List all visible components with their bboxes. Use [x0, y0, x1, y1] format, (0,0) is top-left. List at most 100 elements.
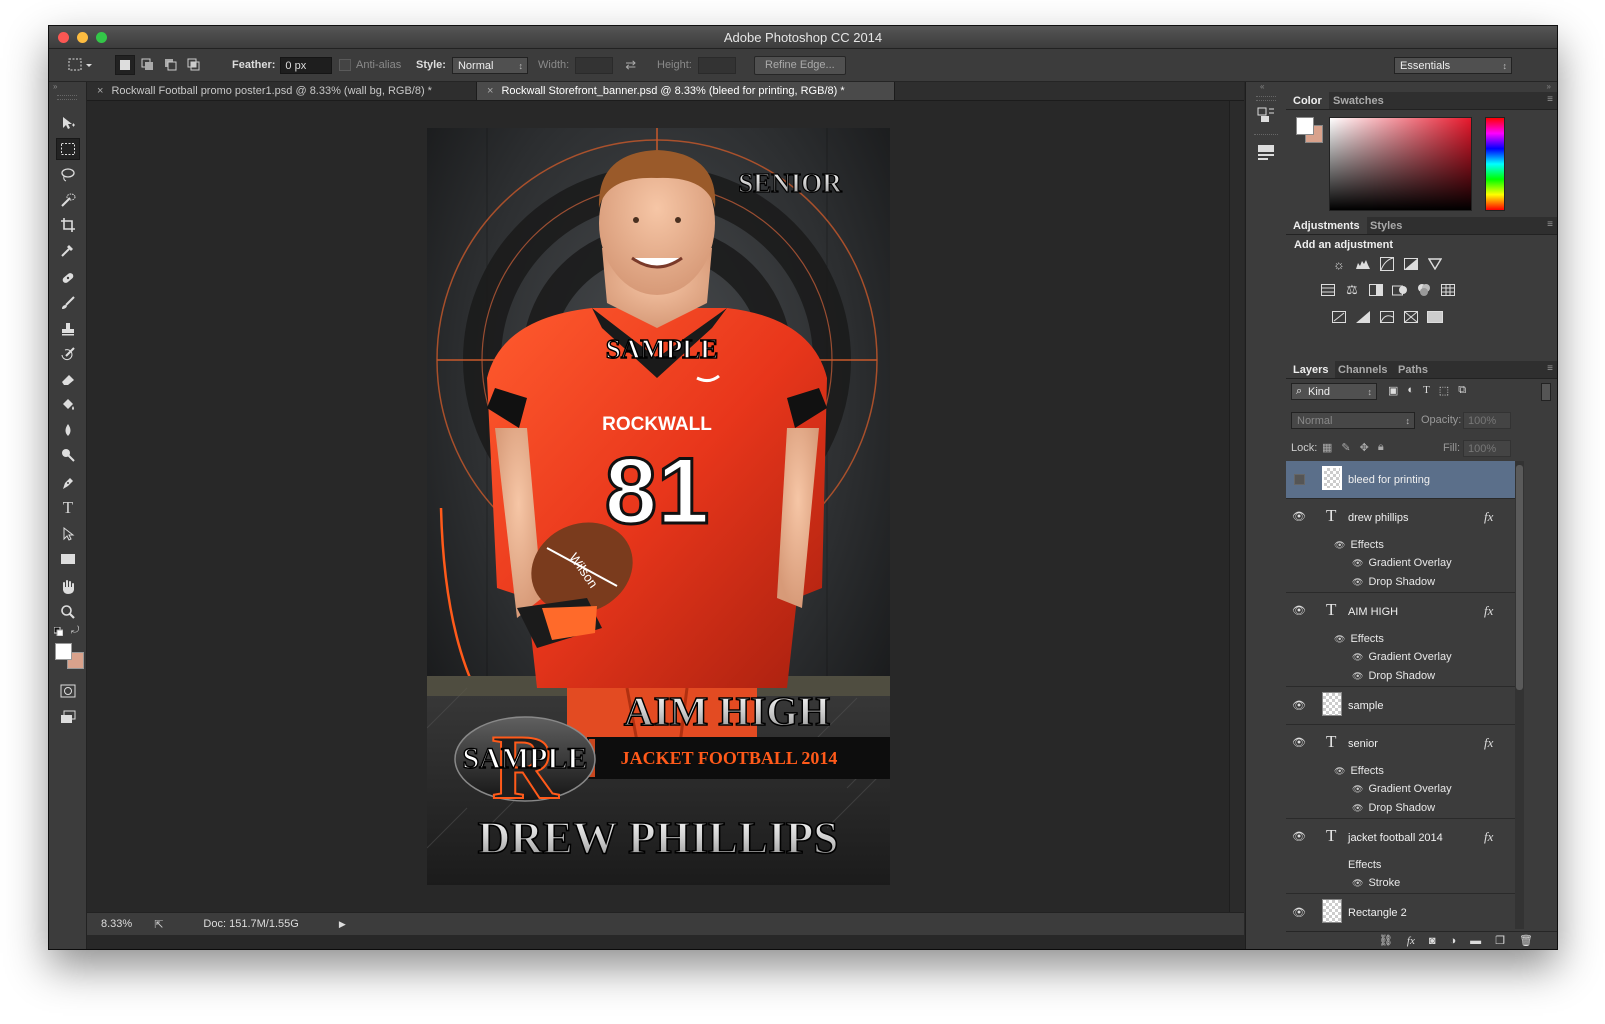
- type-tool-icon[interactable]: T: [56, 497, 80, 519]
- add-mask-icon[interactable]: ◙: [1429, 935, 1436, 947]
- effect-row[interactable]: 👁︎ Drop Shadow: [1352, 576, 1435, 588]
- zoom-tool-icon[interactable]: [56, 601, 80, 623]
- type-filter-icon[interactable]: T: [1423, 384, 1430, 397]
- layers-scrollbar[interactable]: [1515, 461, 1524, 929]
- hand-tool-icon[interactable]: [56, 576, 80, 598]
- fx-icon[interactable]: fx: [1484, 509, 1493, 525]
- pen-tool-icon[interactable]: [56, 472, 80, 494]
- color-spectrum-field[interactable]: [1329, 117, 1472, 211]
- screen-mode-icon[interactable]: [56, 706, 80, 728]
- tool-preset-picker[interactable]: [67, 49, 93, 81]
- tab-paths[interactable]: Paths: [1391, 361, 1435, 378]
- fx-icon[interactable]: fx: [1484, 735, 1493, 751]
- color-lookup-icon[interactable]: [1440, 283, 1456, 297]
- collapse-panels-icon[interactable]: »: [1547, 82, 1551, 91]
- black-white-icon[interactable]: [1368, 283, 1384, 297]
- add-layer-style-icon[interactable]: fx: [1407, 935, 1415, 947]
- brightness-contrast-icon[interactable]: ☼: [1331, 257, 1347, 272]
- eye-icon[interactable]: 👁︎: [1292, 604, 1306, 617]
- quick-mask-icon[interactable]: [56, 680, 80, 702]
- effects-row[interactable]: 👁︎ Effects: [1334, 539, 1384, 551]
- layer-row-sample[interactable]: 👁︎ sample: [1286, 687, 1515, 725]
- color-panel-menu-icon[interactable]: ≡: [1547, 94, 1553, 105]
- effect-row[interactable]: 👁︎ Drop Shadow: [1352, 670, 1435, 682]
- effect-row[interactable]: 👁︎ Gradient Overlay: [1352, 783, 1452, 795]
- default-colors-icon[interactable]: [53, 626, 64, 639]
- tab-swatches[interactable]: Swatches: [1326, 92, 1391, 109]
- collapse-dock-icon[interactable]: «: [1260, 82, 1264, 91]
- photo-filter-icon[interactable]: [1392, 283, 1408, 297]
- add-to-selection-icon[interactable]: [138, 55, 158, 75]
- properties-panel-icon[interactable]: [1257, 144, 1275, 165]
- eye-icon[interactable]: 👁︎: [1292, 906, 1306, 919]
- history-brush-tool-icon[interactable]: [56, 343, 80, 365]
- tab-channels[interactable]: Channels: [1331, 361, 1395, 378]
- foreground-color-swatch[interactable]: [55, 643, 72, 660]
- layer-row-senior[interactable]: 👁︎ T senior fx 👁︎ Effects 👁︎ Gradient Over…: [1286, 725, 1515, 819]
- new-selection-icon[interactable]: [115, 55, 135, 75]
- swap-dimensions-icon[interactable]: ⇄: [625, 57, 636, 73]
- height-input[interactable]: [697, 56, 736, 74]
- layer-row-drew-phillips[interactable]: 👁︎ T drew phillips fx 👁︎ Effects 👁︎ Gradie…: [1286, 499, 1515, 593]
- move-tool-icon[interactable]: [56, 112, 80, 134]
- tab-color[interactable]: Color: [1286, 92, 1329, 109]
- blend-mode-select[interactable]: Normal: [1291, 412, 1415, 429]
- fx-icon[interactable]: fx: [1484, 603, 1493, 619]
- eye-icon[interactable]: 👁︎: [1352, 671, 1363, 681]
- eye-icon[interactable]: 👁︎: [1352, 803, 1363, 813]
- refine-edge-button[interactable]: Refine Edge...: [754, 55, 846, 75]
- width-input[interactable]: [575, 56, 614, 74]
- eye-icon[interactable]: 👁︎: [1334, 766, 1345, 776]
- eye-icon[interactable]: 👁︎: [1352, 878, 1363, 888]
- brush-tool-icon[interactable]: [56, 292, 80, 314]
- eye-icon[interactable]: 👁︎: [1352, 577, 1363, 587]
- adjustment-filter-icon[interactable]: ◐: [1407, 384, 1414, 397]
- hue-saturation-icon[interactable]: [1320, 283, 1336, 297]
- document-canvas[interactable]: ROCKWALL 81 Wilson SENIOR SAMPLE AIM HIG…: [427, 128, 890, 885]
- panel-grip[interactable]: [57, 95, 77, 100]
- clone-stamp-tool-icon[interactable]: [56, 318, 80, 340]
- quick-selection-tool-icon[interactable]: [56, 189, 80, 211]
- levels-icon[interactable]: [1355, 257, 1371, 271]
- rectangle-tool-icon[interactable]: [56, 548, 80, 570]
- effect-row[interactable]: 👁︎ Drop Shadow: [1352, 802, 1435, 814]
- subtract-from-selection-icon[interactable]: [161, 55, 181, 75]
- visibility-toggle[interactable]: [1294, 474, 1305, 485]
- vertical-scrollbar[interactable]: [1229, 101, 1244, 912]
- fill-input[interactable]: 100%: [1463, 440, 1511, 457]
- workspace-select[interactable]: Essentials: [1394, 56, 1512, 74]
- style-select[interactable]: Normal: [451, 56, 528, 74]
- curves-icon[interactable]: [1379, 257, 1395, 271]
- effect-row[interactable]: 👁︎ Stroke: [1352, 877, 1400, 889]
- tab-layers[interactable]: Layers: [1286, 361, 1336, 378]
- fx-icon[interactable]: fx: [1484, 829, 1493, 845]
- tab-adjustments[interactable]: Adjustments: [1286, 217, 1367, 234]
- link-layers-icon[interactable]: ⛓︎: [1379, 934, 1393, 947]
- new-layer-icon[interactable]: ❐: [1495, 934, 1505, 947]
- eye-icon[interactable]: 👁︎: [1292, 510, 1306, 523]
- dock-grip[interactable]: [1256, 96, 1276, 101]
- filter-toggle-icon[interactable]: [1541, 383, 1551, 401]
- share-icon[interactable]: ⇱: [154, 918, 163, 931]
- history-panel-icon[interactable]: [1257, 106, 1275, 127]
- tab-storefront-banner[interactable]: × Rockwall Storefront_banner.psd @ 8.33%…: [477, 82, 895, 100]
- channel-mixer-icon[interactable]: [1416, 283, 1432, 297]
- eye-icon[interactable]: 👁︎: [1352, 652, 1363, 662]
- gradient-map-icon[interactable]: [1427, 310, 1443, 324]
- eraser-tool-icon[interactable]: [56, 368, 80, 390]
- rectangular-marquee-tool-icon[interactable]: [56, 138, 80, 160]
- exposure-icon[interactable]: [1403, 257, 1419, 271]
- close-tab-icon[interactable]: ×: [97, 85, 103, 97]
- paint-bucket-tool-icon[interactable]: [56, 394, 80, 416]
- color-balance-icon[interactable]: ⚖: [1344, 282, 1360, 297]
- lock-position-icon[interactable]: ✥: [1360, 441, 1369, 454]
- intersect-selection-icon[interactable]: [184, 55, 204, 75]
- lasso-tool-icon[interactable]: [56, 164, 80, 186]
- shape-filter-icon[interactable]: ⬚: [1439, 384, 1449, 397]
- layer-row-aim-high[interactable]: 👁︎ T AIM HIGH fx 👁︎ Effects 👁︎ Gradient Ov…: [1286, 593, 1515, 687]
- vibrance-icon[interactable]: [1427, 257, 1443, 271]
- lock-transparent-icon[interactable]: ▦: [1322, 441, 1332, 454]
- eye-icon[interactable]: 👁︎: [1292, 830, 1306, 843]
- smart-object-filter-icon[interactable]: ⧉: [1458, 384, 1466, 397]
- feather-input[interactable]: 0 px: [280, 56, 333, 74]
